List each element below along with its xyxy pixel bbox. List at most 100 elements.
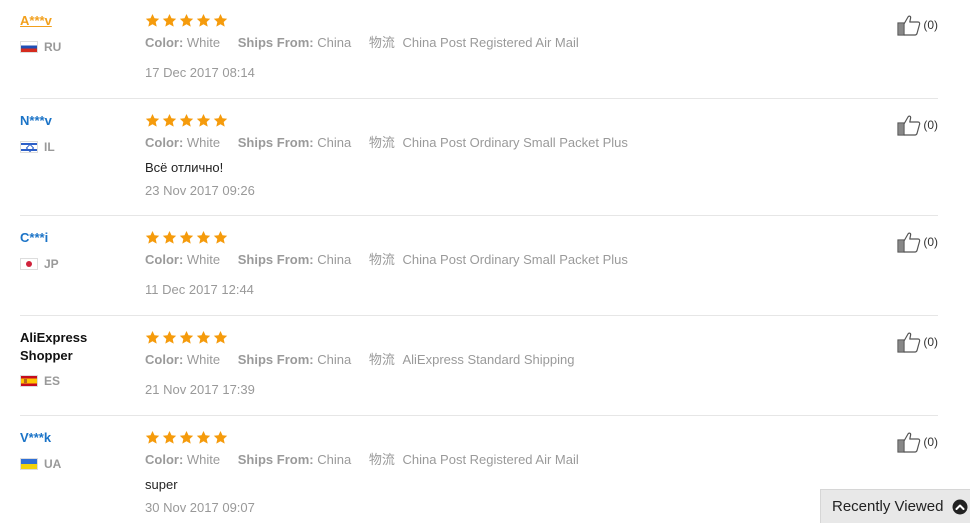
reviewer-name[interactable]: C***i — [20, 229, 130, 247]
color-label: Color: — [145, 135, 184, 150]
star-icon — [145, 113, 160, 128]
helpful-vote[interactable]: (0) — [897, 14, 938, 36]
color-label: Color: — [145, 35, 184, 50]
reviewer-country: UA — [20, 456, 130, 472]
color-value: White — [186, 252, 221, 267]
helpful-vote[interactable]: (0) — [897, 114, 938, 136]
logistics-label: 物流 — [368, 252, 395, 267]
color-value: White — [186, 452, 221, 467]
logistics-value: China Post Ordinary Small Packet Plus — [402, 252, 628, 267]
helpful-vote[interactable]: (0) — [897, 431, 938, 453]
flag-ua-icon — [20, 458, 38, 470]
country-code: JP — [44, 257, 59, 271]
review-date: 11 Dec 2017 12:44 — [145, 282, 254, 297]
flag-es-icon — [20, 375, 38, 387]
star-icon — [196, 113, 211, 128]
ships-from-label: Ships From: — [237, 352, 314, 367]
star-icon — [196, 230, 211, 245]
star-icon — [145, 430, 160, 445]
recently-viewed-label: Recently Viewed — [832, 498, 944, 515]
review-content: Color: White Ships From: China 物流 China … — [145, 229, 845, 299]
helpful-vote[interactable]: (0) — [897, 231, 938, 253]
star-icon — [179, 230, 194, 245]
reviewer-info: A***v RU — [20, 12, 130, 55]
review-item: A***v RU Color: White Ships From: China … — [0, 12, 940, 98]
star-icon — [213, 230, 228, 245]
review-item: V***k UA Color: White Ships From: China … — [0, 429, 940, 523]
reviewer-name[interactable]: A***v — [20, 12, 130, 30]
ships-from-value: China — [317, 135, 352, 150]
country-code: RU — [44, 40, 62, 54]
reviewer-name[interactable]: AliExpress Shopper — [20, 329, 100, 365]
star-icon — [145, 230, 160, 245]
ships-from-label: Ships From: — [237, 252, 314, 267]
star-icon — [179, 430, 194, 445]
logistics-label: 物流 — [368, 352, 395, 367]
reviewer-info: V***k UA — [20, 429, 130, 472]
star-icon — [162, 13, 177, 28]
flag-jp-icon — [20, 258, 38, 270]
star-icon — [162, 230, 177, 245]
ships-from-value: China — [317, 35, 352, 50]
ships-from-label: Ships From: — [237, 35, 314, 50]
divider — [20, 98, 938, 99]
thumbs-up-icon[interactable] — [897, 331, 921, 353]
star-rating — [145, 12, 845, 28]
logistics-value: China Post Registered Air Mail — [402, 452, 579, 467]
ships-from-value: China — [317, 352, 352, 367]
logistics-value: AliExpress Standard Shipping — [402, 352, 575, 367]
country-code: IL — [44, 140, 55, 154]
review-content: Color: White Ships From: China 物流 China … — [145, 429, 845, 517]
reviewer-name[interactable]: N***v — [20, 112, 130, 130]
star-icon — [196, 13, 211, 28]
color-value: White — [186, 135, 221, 150]
reviewer-country: IL — [20, 139, 130, 155]
star-icon — [162, 330, 177, 345]
helpful-count: (0) — [923, 235, 938, 249]
recently-viewed-button[interactable]: Recently Viewed — [820, 489, 970, 523]
color-label: Color: — [145, 252, 184, 267]
country-code: ES — [44, 374, 61, 388]
review-comment: Всё отлично! — [145, 160, 224, 175]
star-icon — [196, 330, 211, 345]
country-code: UA — [44, 457, 62, 471]
review-content: Color: White Ships From: China 物流 AliExp… — [145, 329, 845, 399]
helpful-count: (0) — [923, 335, 938, 349]
review-item: AliExpress Shopper ES Color: White Ships… — [0, 329, 940, 415]
review-comment: super — [145, 477, 178, 492]
order-info: Color: White Ships From: China 物流 China … — [145, 451, 845, 469]
star-rating — [145, 429, 845, 445]
review-date: 21 Nov 2017 17:39 — [145, 382, 255, 397]
logistics-label: 物流 — [368, 35, 395, 50]
star-icon — [179, 330, 194, 345]
star-icon — [179, 113, 194, 128]
helpful-count: (0) — [923, 435, 938, 449]
reviewer-info: N***v IL — [20, 112, 130, 155]
star-icon — [213, 113, 228, 128]
thumbs-up-icon[interactable] — [897, 114, 921, 136]
order-info: Color: White Ships From: China 物流 China … — [145, 34, 845, 52]
review-date: 17 Dec 2017 08:14 — [145, 65, 255, 80]
chevron-up-icon[interactable] — [952, 499, 968, 515]
star-icon — [213, 13, 228, 28]
star-icon — [196, 430, 211, 445]
ships-from-value: China — [317, 252, 352, 267]
divider — [20, 315, 938, 316]
divider — [20, 215, 938, 216]
reviewer-name[interactable]: V***k — [20, 429, 130, 447]
logistics-label: 物流 — [368, 135, 395, 150]
color-label: Color: — [145, 452, 184, 467]
star-icon — [162, 430, 177, 445]
flag-ru-icon — [20, 41, 38, 53]
thumbs-up-icon[interactable] — [897, 231, 921, 253]
ships-from-label: Ships From: — [237, 452, 314, 467]
star-rating — [145, 329, 845, 345]
star-icon — [213, 430, 228, 445]
thumbs-up-icon[interactable] — [897, 14, 921, 36]
logistics-value: China Post Registered Air Mail — [402, 35, 579, 50]
star-icon — [179, 13, 194, 28]
logistics-label: 物流 — [368, 452, 395, 467]
helpful-vote[interactable]: (0) — [897, 331, 938, 353]
review-item: N***v IL Color: White Ships From: China … — [0, 112, 940, 215]
thumbs-up-icon[interactable] — [897, 431, 921, 453]
